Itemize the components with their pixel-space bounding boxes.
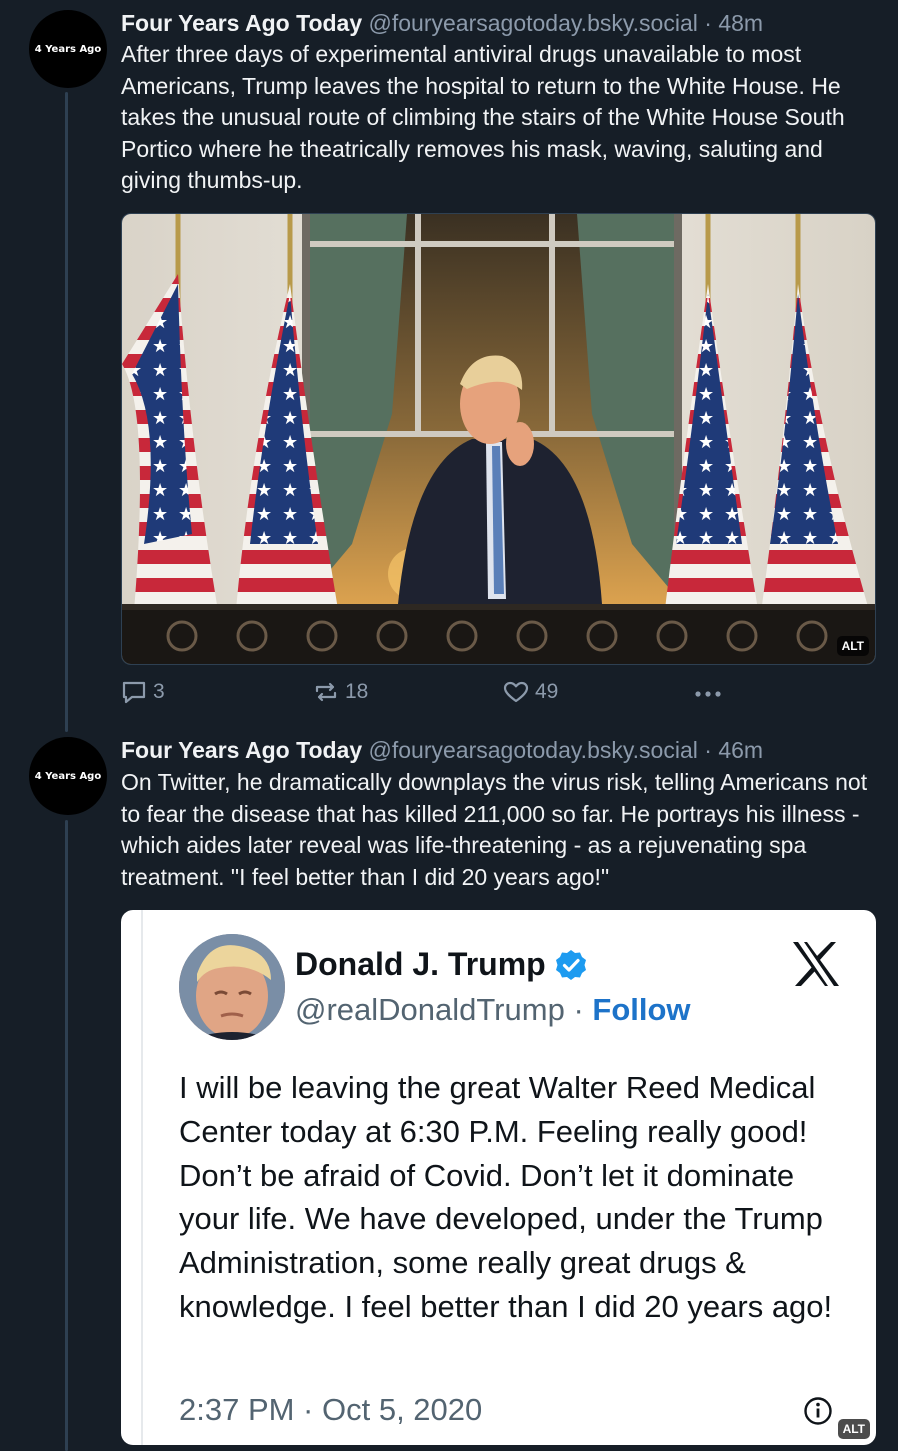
post-actions: 3 18 49 xyxy=(121,680,741,710)
separator: · xyxy=(704,737,712,763)
author-name[interactable]: Four Years Ago Today xyxy=(121,737,362,763)
reply-count: 3 xyxy=(153,680,165,703)
avatar-text: 4 Years Ago xyxy=(34,43,102,55)
tweet-author-handle: @realDonaldTrump xyxy=(295,992,565,1027)
balcony-photo: ★ xyxy=(122,214,875,664)
embedded-tweet-image[interactable]: Donald J. Trump @realDonaldTrump · Follo… xyxy=(121,910,876,1445)
info-icon xyxy=(804,1397,832,1425)
like-count: 49 xyxy=(535,680,559,703)
post-header: Four Years Ago Today @fouryearsagotoday.… xyxy=(121,8,763,38)
tweet-author-name-text: Donald J. Trump xyxy=(295,946,546,982)
alt-text-badge[interactable]: ALT xyxy=(836,636,869,656)
author-handle[interactable]: @fouryearsagotoday.bsky.social xyxy=(369,10,698,36)
post-image[interactable]: ★ xyxy=(121,213,876,665)
reply-icon xyxy=(122,681,146,704)
separator: · xyxy=(573,992,584,1027)
x-logo-icon xyxy=(793,942,839,986)
like-icon xyxy=(503,681,529,703)
repost-button[interactable]: 18 xyxy=(313,680,368,704)
tweet-author-name: Donald J. Trump xyxy=(295,946,588,983)
verified-badge-icon xyxy=(555,949,586,980)
reply-button[interactable]: 3 xyxy=(121,680,165,704)
tweet-author-avatar xyxy=(179,934,285,1040)
post[interactable]: 4 Years Ago Four Years Ago Today @fourye… xyxy=(0,8,898,718)
separator: · xyxy=(704,10,712,36)
author-handle[interactable]: @fouryearsagotoday.bsky.social xyxy=(369,737,698,763)
post-time[interactable]: 46m xyxy=(718,737,763,763)
post-time[interactable]: 48m xyxy=(718,10,763,36)
author-name[interactable]: Four Years Ago Today xyxy=(121,10,362,36)
like-button[interactable]: 49 xyxy=(503,680,558,704)
tweet-text: I will be leaving the great Walter Reed … xyxy=(179,1070,833,1324)
author-avatar[interactable]: 4 Years Ago xyxy=(29,737,107,815)
repost-count: 18 xyxy=(345,680,369,703)
post-header: Four Years Ago Today @fouryearsagotoday.… xyxy=(121,735,763,765)
post-text: After three days of experimental antivir… xyxy=(121,41,845,193)
post-text: On Twitter, he dramatically downplays th… xyxy=(121,769,868,890)
tweet-author-handle-line: @realDonaldTrump · Follow xyxy=(295,992,691,1028)
avatar-text: 4 Years Ago xyxy=(34,770,102,782)
follow-link: Follow xyxy=(592,992,691,1027)
more-options-icon xyxy=(695,691,721,697)
tweet-timestamp: 2:37 PM · Oct 5, 2020 xyxy=(179,1392,483,1427)
feed: 4 Years Ago Four Years Ago Today @fourye… xyxy=(0,0,898,1451)
author-avatar[interactable]: 4 Years Ago xyxy=(29,10,107,88)
more-options-button[interactable] xyxy=(693,682,723,706)
repost-icon xyxy=(315,682,337,702)
embedded-tweet: Donald J. Trump @realDonaldTrump · Follo… xyxy=(141,910,876,1445)
alt-text-badge[interactable]: ALT xyxy=(837,1419,870,1439)
